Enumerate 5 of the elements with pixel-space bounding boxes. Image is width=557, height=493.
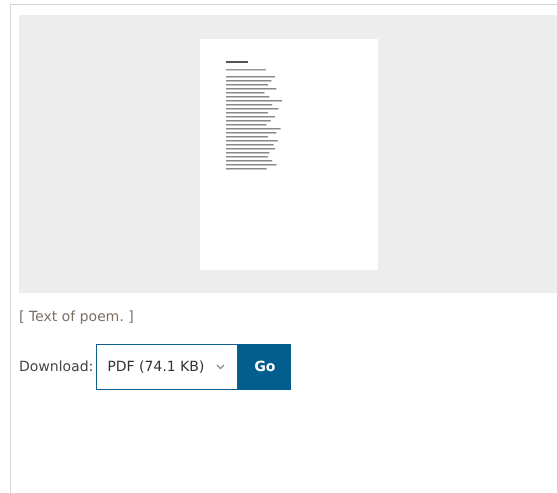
go-button[interactable]: Go [238, 344, 292, 390]
chevron-icon [216, 364, 226, 370]
download-label: Download: [19, 359, 94, 375]
caption: [ Text of poem. ] [19, 309, 135, 325]
format-dropdown[interactable]: PDF (74.1 KB) [96, 344, 238, 390]
